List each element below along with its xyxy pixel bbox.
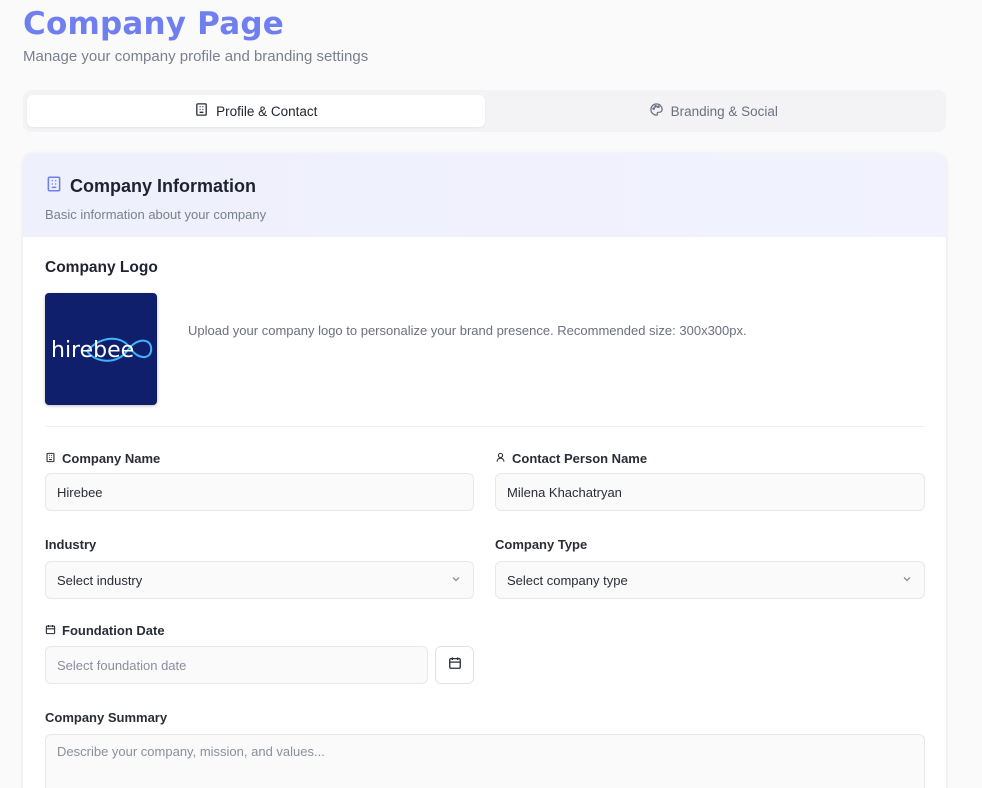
calendar-icon [45, 623, 56, 638]
tab-profile-contact[interactable]: Profile & Contact [27, 95, 485, 127]
tab-label: Profile & Contact [216, 103, 318, 119]
industry-select-value: Select industry [57, 572, 143, 588]
palette-icon [649, 102, 664, 120]
chevron-down-icon [901, 573, 913, 588]
company-type-select[interactable]: Select company type [495, 561, 925, 599]
building-icon [45, 175, 63, 198]
page-title: Company Page [23, 6, 284, 42]
company-logo-label: Company Logo [45, 259, 158, 276]
card-title: Company Information [70, 176, 257, 196]
company-logo-upload[interactable]: hirebee [45, 293, 157, 405]
logo-upload-hint: Upload your company logo to personalize … [188, 323, 747, 338]
company-type-select-value: Select company type [507, 572, 628, 588]
building-icon [194, 102, 209, 120]
tab-label: Branding & Social [670, 103, 778, 119]
foundation-date-label: Foundation Date [45, 623, 165, 638]
logo-text: hirebee [51, 338, 134, 363]
calendar-icon [448, 656, 462, 675]
divider [45, 426, 925, 427]
calendar-picker-button[interactable] [435, 646, 474, 684]
company-type-label: Company Type [495, 537, 588, 552]
contact-person-input[interactable]: Milena Khachatryan [495, 473, 925, 511]
company-information-card: Company Information Basic information ab… [23, 153, 946, 788]
tab-bar: Profile & Contact Branding & Social [23, 90, 946, 132]
tab-branding-social[interactable]: Branding & Social [485, 95, 943, 127]
card-header: Company Information Basic information ab… [23, 153, 946, 237]
company-summary-label: Company Summary [45, 710, 168, 725]
company-name-input[interactable]: Hirebee [45, 473, 474, 511]
industry-label: Industry [45, 537, 97, 552]
company-name-label: Company Name [45, 451, 160, 466]
foundation-date-input[interactable]: Select foundation date [45, 646, 428, 684]
chevron-down-icon [450, 573, 462, 588]
building-icon [45, 451, 56, 466]
contact-person-label: Contact Person Name [495, 451, 647, 466]
company-summary-textarea[interactable]: Describe your company, mission, and valu… [45, 734, 925, 788]
industry-select[interactable]: Select industry [45, 561, 474, 599]
user-icon [495, 451, 506, 466]
page-subtitle: Manage your company profile and branding… [23, 48, 369, 65]
hirebee-logo: hirebee [51, 337, 153, 363]
card-subtitle: Basic information about your company [45, 207, 267, 222]
